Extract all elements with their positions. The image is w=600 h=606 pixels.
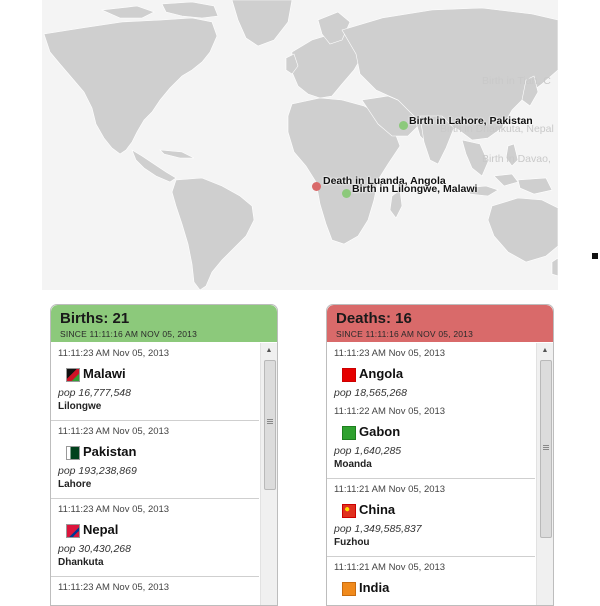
entry-pop: pop 1,640,285 — [334, 445, 402, 457]
entry-country: China — [359, 501, 396, 517]
scroll-up-arrow-icon[interactable]: ▲ — [537, 344, 553, 358]
entry-time: 11:11:23 AM Nov 05, 2013 — [58, 348, 170, 359]
entry-country: India — [359, 579, 390, 595]
entry-time: 11:11:23 AM Nov 05, 2013 — [58, 582, 170, 593]
list-item[interactable]: 11:11:23 AM Nov 05, 2013 Malawi pop 16,7… — [51, 343, 259, 421]
entry-time: 11:11:23 AM Nov 05, 2013 — [58, 504, 170, 515]
deaths-scrollbar[interactable]: ▲ — [536, 343, 553, 605]
world-map[interactable]: Birth in Lahore, Pakistan Birth in Dhank… — [42, 0, 558, 290]
india-flag-icon — [342, 582, 356, 596]
entry-pop: pop 1,349,585,837 — [334, 523, 422, 535]
births-since: SINCE 11:11:16 AM NOV 05, 2013 — [60, 329, 198, 339]
entry-city: Lilongwe — [58, 401, 102, 412]
map-marker-lahore[interactable] — [399, 121, 408, 130]
births-scrollbar[interactable]: ▲ — [260, 343, 277, 605]
entry-country: Nepal — [83, 521, 119, 537]
entry-time: 11:11:23 AM Nov 05, 2013 — [58, 426, 170, 437]
births-title: Births: 21 — [60, 310, 130, 327]
entry-country: Malawi — [83, 365, 126, 381]
entry-country: Pakistan — [83, 443, 137, 459]
map-marker-luanda[interactable] — [312, 182, 321, 191]
china-flag-icon — [342, 504, 356, 518]
deaths-header: Deaths: 16 SINCE 11:11:16 AM NOV 05, 201… — [327, 305, 553, 342]
list-item[interactable]: 11:11:23 AM Nov 05, 2013 Angola pop 18,5… — [327, 343, 535, 401]
list-item[interactable]: 11:11:23 AM Nov 05, 2013 Nepal pop 30,43… — [51, 499, 259, 577]
map-label-davao: Birth in Davao, — [482, 153, 551, 165]
list-item[interactable]: 11:11:21 AM Nov 05, 2013 India — [327, 557, 535, 598]
malawi-flag-icon — [66, 368, 80, 382]
world-map-land — [43, 0, 558, 290]
gabon-flag-icon — [342, 426, 356, 440]
list-item[interactable]: 11:11:21 AM Nov 05, 2013 China pop 1,349… — [327, 479, 535, 557]
nepal-flag-icon — [66, 524, 80, 538]
entry-city: Moanda — [334, 459, 372, 470]
entry-pop: pop 30,430,268 — [58, 543, 131, 555]
map-label-tian: Birth in Tian, C — [482, 75, 551, 87]
entry-city: Lahore — [58, 479, 92, 490]
entry-pop: pop 193,238,869 — [58, 465, 137, 477]
list-item[interactable]: 11:11:22 AM Nov 05, 2013 Gabon pop 1,640… — [327, 401, 535, 479]
deaths-panel: Deaths: 16 SINCE 11:11:16 AM NOV 05, 201… — [326, 304, 554, 606]
births-panel: Births: 21 SINCE 11:11:16 AM NOV 05, 201… — [50, 304, 278, 606]
entry-city: Dhankuta — [58, 557, 104, 568]
entry-time: 11:11:22 AM Nov 05, 2013 — [334, 406, 446, 417]
births-header: Births: 21 SINCE 11:11:16 AM NOV 05, 201… — [51, 305, 277, 342]
map-label-dhankuta: Birth in Dhankuta, Nepal — [440, 123, 554, 135]
list-item[interactable]: 11:11:23 AM Nov 05, 2013 Pakistan pop 19… — [51, 421, 259, 499]
entry-time: 11:11:21 AM Nov 05, 2013 — [334, 484, 446, 495]
angola-flag-icon — [342, 368, 356, 382]
map-label-lilongwe: Birth in Lilongwe, Malawi — [352, 183, 478, 195]
scrollbar-thumb[interactable] — [264, 360, 276, 490]
entry-time: 11:11:23 AM Nov 05, 2013 — [334, 348, 446, 359]
pakistan-flag-icon — [66, 446, 80, 460]
entry-country: Angola — [359, 365, 404, 381]
deaths-list[interactable]: 11:11:23 AM Nov 05, 2013 Angola pop 18,5… — [327, 343, 535, 605]
scrollbar-thumb[interactable] — [540, 360, 552, 538]
scroll-up-arrow-icon[interactable]: ▲ — [261, 344, 277, 358]
entry-pop: pop 16,777,548 — [58, 387, 131, 399]
deaths-since: SINCE 11:11:16 AM NOV 05, 2013 — [336, 329, 474, 339]
black-square-icon — [592, 253, 598, 259]
list-item[interactable]: 11:11:23 AM Nov 05, 2013 — [51, 577, 259, 595]
deaths-title: Deaths: 16 — [336, 310, 412, 327]
births-list[interactable]: 11:11:23 AM Nov 05, 2013 Malawi pop 16,7… — [51, 343, 259, 605]
entry-city: Fuzhou — [334, 537, 370, 548]
map-marker-lilongwe[interactable] — [342, 189, 351, 198]
entry-time: 11:11:21 AM Nov 05, 2013 — [334, 562, 446, 573]
entry-pop: pop 18,565,268 — [334, 387, 407, 399]
entry-country: Gabon — [359, 423, 401, 439]
